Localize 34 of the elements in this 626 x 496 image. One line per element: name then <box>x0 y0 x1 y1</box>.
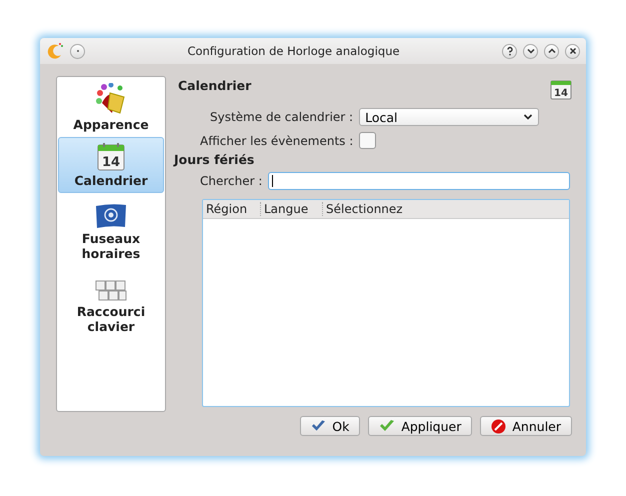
help-button[interactable] <box>502 44 517 58</box>
sidebar-item[interactable]: 14 Calendrier <box>58 137 164 193</box>
window-title: Configuration de Horloge analogique <box>186 44 401 58</box>
sidebar-item[interactable]: Apparence <box>58 79 164 137</box>
apply-button[interactable]: Appliquer <box>368 416 472 436</box>
field-label: Système de calendrier : <box>210 110 354 124</box>
chevron-down-icon <box>526 46 536 56</box>
ok-button[interactable]: Ok <box>300 416 360 436</box>
calendar-icon: 14 <box>550 78 572 100</box>
help-icon <box>504 46 514 56</box>
column-header[interactable]: Langue <box>261 202 323 216</box>
sidebar-item[interactable]: Fuseaux horaires <box>58 199 164 266</box>
chevron-down-icon <box>523 113 534 121</box>
checkmark-icon <box>379 419 396 433</box>
sidebar-item[interactable]: Raccourci clavier <box>73 276 149 339</box>
field-label: Chercher : <box>200 174 262 188</box>
column-header[interactable]: Région <box>203 202 261 216</box>
no-entry-icon <box>491 418 506 434</box>
cancel-button[interactable]: Annuler <box>480 416 572 436</box>
page-title: Calendrier <box>178 78 252 93</box>
show-events-checkbox[interactable] <box>359 132 376 149</box>
column-header[interactable]: Sélectionnez <box>323 202 569 216</box>
calendar-system-dropdown[interactable]: Local <box>359 108 540 126</box>
search-field[interactable] <box>268 172 570 190</box>
field-label: Afficher les évènements : <box>200 134 354 148</box>
flag-icon <box>95 203 127 229</box>
close-button[interactable] <box>565 44 580 58</box>
minimize-button[interactable] <box>523 44 538 58</box>
chevron-up-icon <box>546 46 556 56</box>
close-icon <box>568 46 578 56</box>
keyboard-icon <box>95 280 127 302</box>
maximize-button[interactable] <box>544 44 559 58</box>
section-title: Jours fériés <box>174 152 256 167</box>
checkmark-icon <box>311 419 326 433</box>
